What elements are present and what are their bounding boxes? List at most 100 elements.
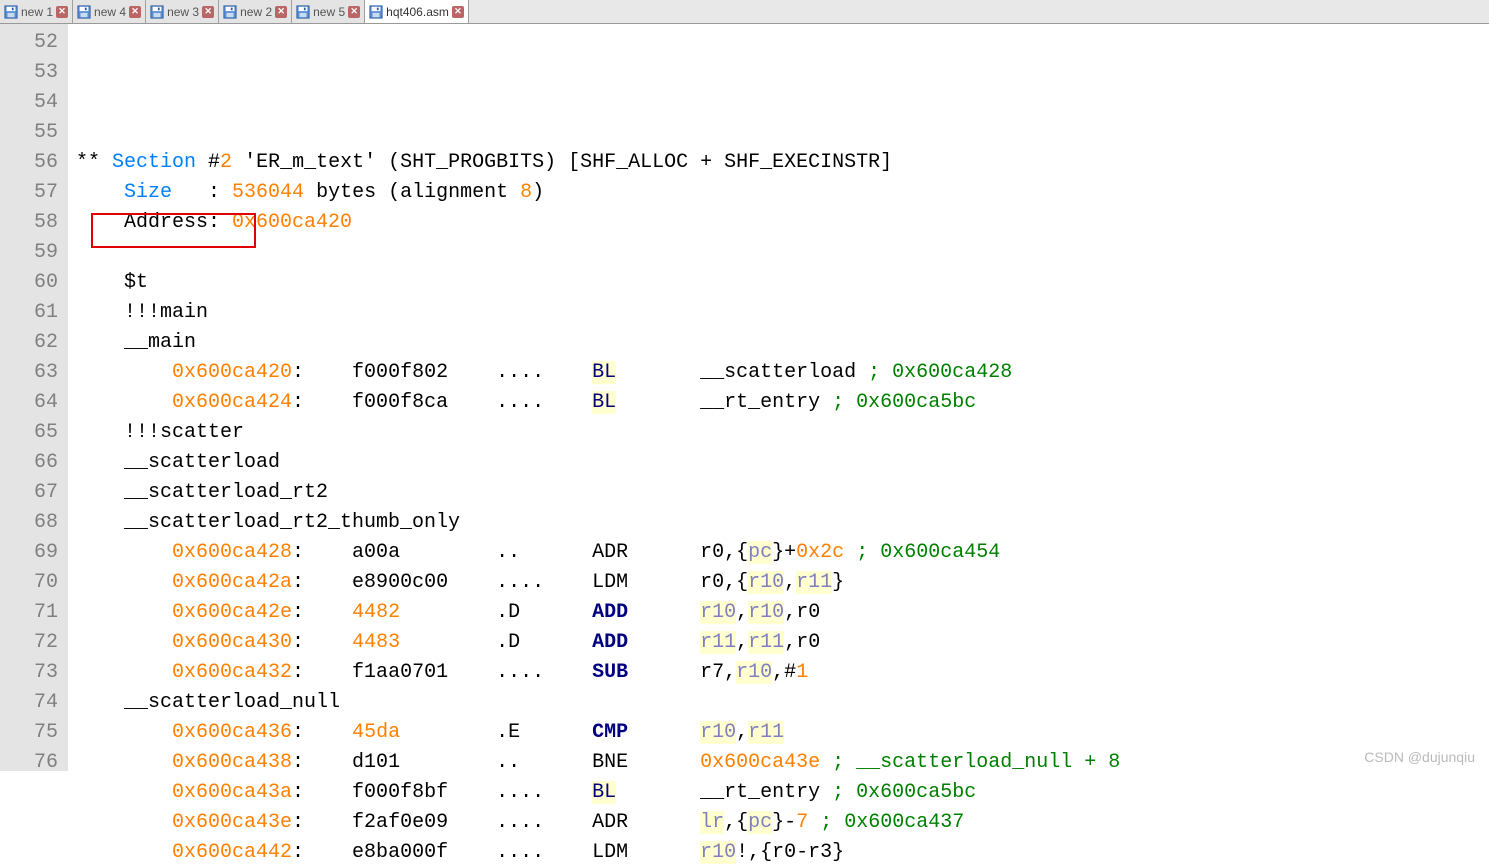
code-token: r11 (748, 631, 784, 654)
code-token: ; 0x600ca5bc (832, 781, 976, 804)
code-token: ADD (592, 601, 628, 624)
code-line[interactable]: __scatterload_null (76, 688, 1489, 718)
code-line[interactable]: Size : 536044 bytes (alignment 8) (76, 178, 1489, 208)
code-token: 0x600ca428 (172, 541, 292, 564)
code-line[interactable]: __scatterload (76, 448, 1489, 478)
code-token: 0x600ca442 (172, 841, 292, 864)
code-token: : (292, 721, 352, 744)
code-line[interactable]: 0x600ca442: e8ba000f .... LDM r10!,{r0-r… (76, 838, 1489, 868)
close-icon[interactable]: ✕ (202, 6, 214, 18)
line-number: 60 (6, 268, 58, 298)
code-token: r10 (748, 571, 784, 594)
tab-new-5[interactable]: new 5✕ (292, 0, 365, 23)
code-token: # (196, 151, 220, 174)
tab-label: new 1 (21, 5, 53, 19)
code-token: 0x600ca420 (232, 211, 352, 234)
code-line[interactable]: 0x600ca436: 45da .E CMP r10,r11 (76, 718, 1489, 748)
code-token: 4482 (352, 601, 400, 624)
tab-new-4[interactable]: new 4✕ (73, 0, 146, 23)
code-token: : f2af0e09 .... ADR (292, 811, 700, 834)
code-token: , (736, 721, 748, 744)
code-token: 0x600ca432 (172, 661, 292, 684)
code-token: r10 (700, 601, 736, 624)
code-line[interactable]: __main (76, 328, 1489, 358)
code-token: ,# (772, 661, 796, 684)
code-token: 0x600ca43a (172, 781, 292, 804)
code-line[interactable]: 0x600ca432: f1aa0701 .... SUB r7,r10,#1 (76, 658, 1489, 688)
line-number: 65 (6, 418, 58, 448)
code-token: BL (592, 391, 616, 414)
line-number: 73 (6, 658, 58, 688)
code-token (76, 811, 172, 834)
file-icon (369, 5, 383, 19)
code-token: ; 0x600ca454 (856, 541, 1000, 564)
code-token: __rt_entry (616, 781, 832, 804)
code-token: r10 (748, 601, 784, 624)
code-area[interactable]: ** Section #2 'ER_m_text' (SHT_PROGBITS)… (68, 24, 1489, 771)
code-token: ; 0x600ca428 (868, 361, 1012, 384)
code-token (76, 781, 172, 804)
line-number: 55 (6, 118, 58, 148)
code-token: CMP (592, 721, 628, 744)
tab-new-3[interactable]: new 3✕ (146, 0, 219, 23)
code-token: 45da (352, 721, 400, 744)
code-token: ; 0x600ca437 (820, 811, 964, 834)
code-token: }- (772, 811, 796, 834)
tab-new-2[interactable]: new 2✕ (219, 0, 292, 23)
tab-bar: new 1✕new 4✕new 3✕new 2✕new 5✕hqt406.asm… (0, 0, 1489, 24)
code-token: !,{r0-r3} (736, 841, 844, 864)
code-token: BL (592, 781, 616, 804)
code-line[interactable]: __scatterload_rt2 (76, 478, 1489, 508)
code-token: : f000f802 .... (292, 361, 592, 384)
line-number: 62 (6, 328, 58, 358)
line-number: 53 (6, 58, 58, 88)
code-token (76, 361, 172, 384)
file-icon (296, 5, 310, 19)
code-line[interactable]: 0x600ca43a: f000f8bf .... BL __rt_entry … (76, 778, 1489, 808)
code-token: 'ER_m_text' (SHT_PROGBITS) [SHF_ALLOC + … (232, 151, 892, 174)
code-token: bytes (alignment (304, 181, 520, 204)
code-token: : f000f8ca .... (292, 391, 592, 414)
code-line[interactable]: 0x600ca43e: f2af0e09 .... ADR lr,{pc}-7 … (76, 808, 1489, 838)
code-line[interactable]: 0x600ca430: 4483 .D ADD r11,r11,r0 (76, 628, 1489, 658)
line-number: 63 (6, 358, 58, 388)
tab-new-1[interactable]: new 1✕ (0, 0, 73, 23)
code-token: !!!scatter (76, 421, 244, 444)
code-line[interactable]: __scatterload_rt2_thumb_only (76, 508, 1489, 538)
code-token: __scatterload_rt2_thumb_only (76, 511, 460, 534)
code-token: r7, (628, 661, 736, 684)
code-token: $t (76, 271, 148, 294)
line-number: 70 (6, 568, 58, 598)
code-line[interactable]: 0x600ca420: f000f802 .... BL __scatterlo… (76, 358, 1489, 388)
code-line[interactable]: Address: 0x600ca420 (76, 208, 1489, 238)
code-line[interactable]: $t (76, 268, 1489, 298)
code-line[interactable] (76, 118, 1489, 148)
code-token: __main (76, 331, 196, 354)
close-icon[interactable]: ✕ (452, 6, 464, 18)
code-token: Size (124, 181, 172, 204)
tab-hqt406-asm[interactable]: hqt406.asm✕ (365, 0, 469, 23)
line-number: 61 (6, 298, 58, 328)
code-line[interactable]: 0x600ca438: d101 .. BNE 0x600ca43e ; __s… (76, 748, 1489, 778)
code-token: 0x600ca42a (172, 571, 292, 594)
code-token (628, 721, 700, 744)
code-editor[interactable]: 5253545556575859606162636465666768697071… (0, 24, 1489, 771)
line-number: 68 (6, 508, 58, 538)
code-line[interactable]: 0x600ca42a: e8900c00 .... LDM r0,{r10,r1… (76, 568, 1489, 598)
code-token: Address: (76, 211, 232, 234)
code-line[interactable]: 0x600ca428: a00a .. ADR r0,{pc}+0x2c ; 0… (76, 538, 1489, 568)
code-line[interactable]: !!!scatter (76, 418, 1489, 448)
close-icon[interactable]: ✕ (56, 6, 68, 18)
line-number: 52 (6, 28, 58, 58)
file-icon (77, 5, 91, 19)
code-token: ,{ (724, 811, 748, 834)
code-line[interactable]: 0x600ca42e: 4482 .D ADD r10,r10,r0 (76, 598, 1489, 628)
code-line[interactable]: 0x600ca424: f000f8ca .... BL __rt_entry … (76, 388, 1489, 418)
close-icon[interactable]: ✕ (348, 6, 360, 18)
code-line[interactable]: ** Section #2 'ER_m_text' (SHT_PROGBITS)… (76, 148, 1489, 178)
close-icon[interactable]: ✕ (275, 6, 287, 18)
code-line[interactable] (76, 238, 1489, 268)
code-line[interactable]: !!!main (76, 298, 1489, 328)
close-icon[interactable]: ✕ (129, 6, 141, 18)
line-number: 57 (6, 178, 58, 208)
